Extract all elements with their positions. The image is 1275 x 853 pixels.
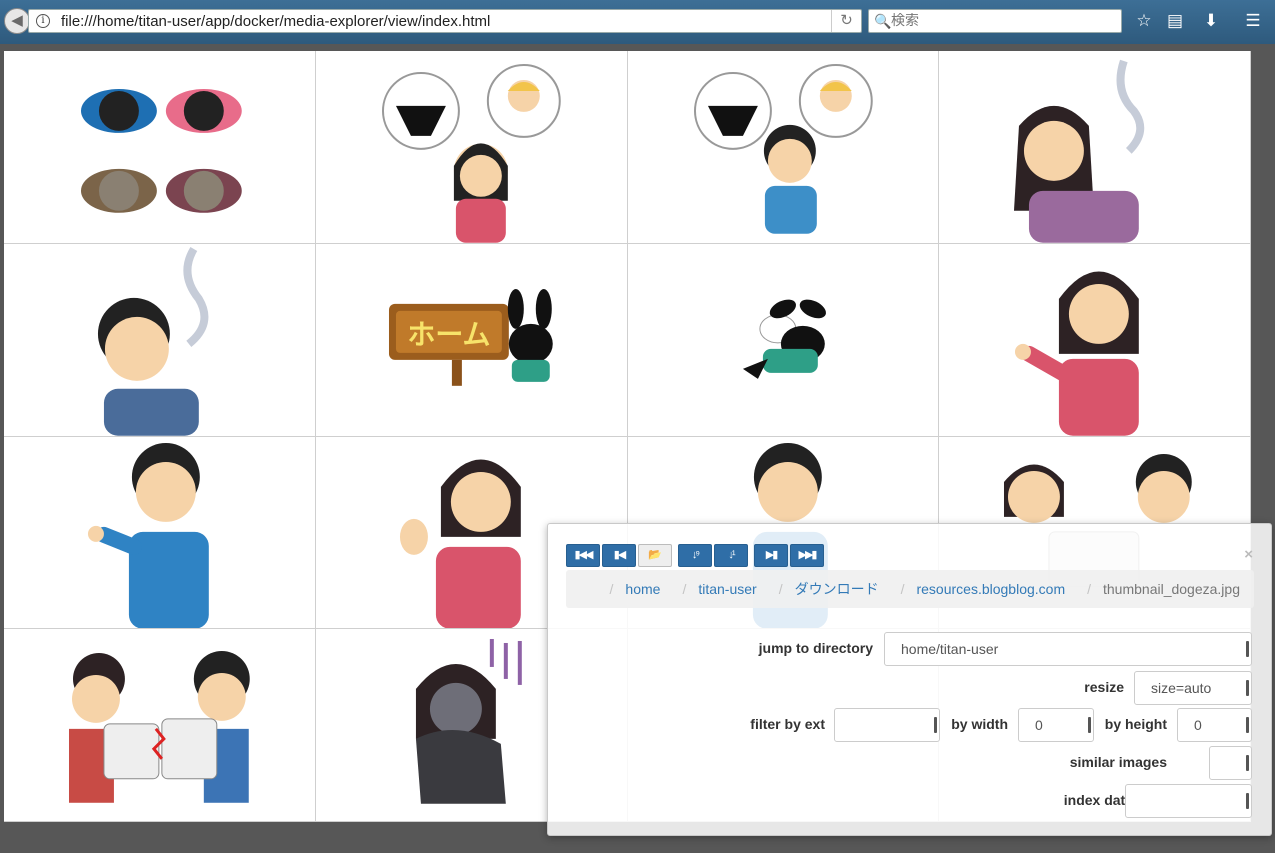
svg-text:ホーム: ホーム <box>407 318 490 351</box>
address-bar[interactable]: i file:///home/titan-user/app/docker/med… <box>28 9 862 33</box>
index-data-select[interactable] <box>1125 784 1252 818</box>
caret-icon <box>1246 641 1249 657</box>
gallery-item-man-soul[interactable] <box>4 243 316 437</box>
by-width-label: by width <box>951 716 1008 732</box>
search-icon: 🔍 <box>874 13 892 29</box>
caret-icon <box>1246 755 1249 771</box>
by-width-value: 0 <box>1035 717 1043 733</box>
couple-broken-puzzle-image <box>68 651 250 804</box>
last-image-button[interactable]: ▶▶▮ <box>790 544 824 567</box>
by-height-value: 0 <box>1194 717 1202 733</box>
resize-select[interactable]: size=auto <box>1134 671 1252 705</box>
caret-icon <box>934 717 937 733</box>
previous-image-button[interactable]: ▮◀ <box>602 544 636 567</box>
by-width-select[interactable]: 0 <box>1018 708 1094 742</box>
explorer-control-panel: × ▮◀◀ ▮◀ 📂 ↓⁹ ↓¹ ▶▮ ▶▶▮ / home / titan-u… <box>547 523 1272 836</box>
caret-icon <box>1246 793 1249 809</box>
flying-rabbit-image <box>742 299 826 379</box>
breadcrumb-separator: / <box>609 581 614 597</box>
breadcrumb-home[interactable]: home <box>625 570 660 608</box>
reload-icon[interactable]: ↻ <box>831 10 861 32</box>
filter-by-ext-label: filter by ext <box>750 716 825 732</box>
similar-images-label: similar images <box>1069 754 1167 770</box>
caret-icon <box>1246 680 1249 696</box>
gallery-item-man-pointing[interactable] <box>4 436 316 630</box>
reading-list-icon[interactable]: ▤ <box>1164 10 1186 32</box>
by-height-select[interactable]: 0 <box>1177 708 1252 742</box>
home-sign-image: ホーム <box>388 288 553 386</box>
similar-images-select[interactable] <box>1209 746 1252 780</box>
url-text[interactable]: file:///home/titan-user/app/docker/media… <box>61 13 490 30</box>
breadcrumb-download[interactable]: ダウンロード <box>795 570 879 608</box>
caret-icon <box>1088 717 1091 733</box>
jump-to-directory-value: home/titan-user <box>901 641 999 657</box>
download-icon[interactable]: ⬇ <box>1200 10 1222 32</box>
breadcrumb-user[interactable]: titan-user <box>698 570 756 608</box>
close-icon[interactable]: × <box>1244 546 1253 563</box>
woman-pointing-image <box>1015 271 1140 436</box>
woman-soul-image <box>1014 59 1145 243</box>
sort-descending-button[interactable]: ↓¹ <box>714 544 748 567</box>
man-pointing-image <box>87 442 209 629</box>
people-bowing-image <box>80 88 242 213</box>
gallery-item-home-sign[interactable]: ホーム <box>315 243 628 437</box>
gallery-item-woman-pointing[interactable] <box>939 243 1251 437</box>
open-folder-button[interactable]: 📂 <box>638 544 672 567</box>
caret-icon <box>1246 717 1249 733</box>
breadcrumb-current-file: thumbnail_dogeza.jpg <box>1103 581 1240 597</box>
breadcrumb-separator: / <box>1087 581 1091 597</box>
gallery-item-woman-soul[interactable] <box>939 51 1251 244</box>
sort-ascending-button[interactable]: ↓⁹ <box>678 544 712 567</box>
next-image-button[interactable]: ▶▮ <box>754 544 788 567</box>
breadcrumb-separator: / <box>778 581 783 597</box>
search-bar[interactable]: 🔍 <box>868 9 1122 33</box>
by-height-label: by height <box>1104 716 1167 732</box>
menu-icon[interactable]: ☰ <box>1242 10 1264 32</box>
breadcrumb-separator: / <box>682 581 687 597</box>
gallery-item-couple-broken-puzzle[interactable] <box>4 629 316 822</box>
gallery-item-woman-dilemma[interactable] <box>315 51 628 244</box>
breadcrumb-site[interactable]: resources.blogblog.com <box>916 570 1065 608</box>
browser-toolbar: ◀ i file:///home/titan-user/app/docker/m… <box>0 0 1275 44</box>
breadcrumb: / home / titan-user / ダウンロード / resources… <box>566 570 1254 608</box>
jump-to-directory-select[interactable]: home/titan-user <box>884 632 1252 666</box>
back-button[interactable]: ◀ <box>4 8 30 34</box>
search-input[interactable] <box>891 13 1111 29</box>
gallery-item-man-dilemma[interactable] <box>627 51 940 244</box>
resize-value: size=auto <box>1151 680 1212 696</box>
bookmark-star-icon[interactable]: ☆ <box>1133 10 1155 32</box>
man-dilemma-image <box>693 63 873 234</box>
filter-by-ext-select[interactable] <box>834 708 940 742</box>
breadcrumb-separator: / <box>900 581 905 597</box>
resize-label: resize <box>1084 679 1124 695</box>
back-arrow-icon: ◀ <box>11 12 23 29</box>
first-image-button[interactable]: ▮◀◀ <box>566 544 600 567</box>
woman-dilemma-image <box>381 63 561 243</box>
info-icon[interactable]: i <box>36 14 50 28</box>
man-soul-image <box>97 246 209 436</box>
navigation-buttons: ▮◀◀ ▮◀ 📂 ↓⁹ ↓¹ ▶▮ ▶▶▮ <box>566 544 826 567</box>
gallery-item-flying-rabbit[interactable] <box>627 243 940 437</box>
jump-to-directory-label: jump to directory <box>758 640 873 656</box>
gallery-item-people-bowing[interactable] <box>4 51 316 244</box>
index-data-label: index data <box>1063 792 1133 808</box>
